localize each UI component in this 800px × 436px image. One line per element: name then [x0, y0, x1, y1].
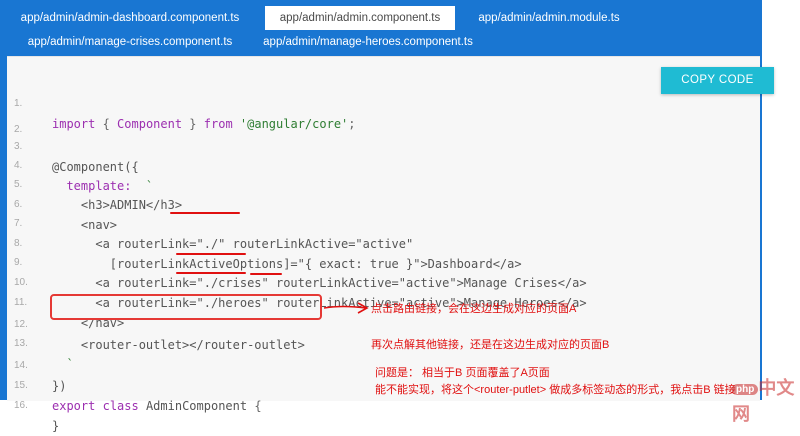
- red-box-router-outlet: [50, 294, 322, 320]
- line-number: 3.: [14, 141, 23, 152]
- code-line-3: 3. @Component({: [0, 117, 139, 174]
- line-number: 11.: [14, 297, 28, 308]
- red-underline-crises-link: [176, 253, 246, 255]
- line-number: 16.: [14, 400, 28, 411]
- line-number: 13.: [14, 338, 28, 349]
- code-line-8: 8. [routerLinkActiveOptions]="{ exact: t…: [0, 214, 522, 271]
- code-line-14: 14. }): [0, 336, 66, 393]
- code-text: <nav>: [52, 218, 118, 232]
- line-number: 15.: [14, 380, 28, 391]
- red-underline-dashboard-link: [170, 212, 240, 214]
- line-number: 10.: [14, 277, 28, 288]
- red-underline-heroes-link: [176, 272, 246, 274]
- tab-row-2: app/admin/manage-crises.component.ts app…: [0, 30, 762, 54]
- annotation-4: 能不能实现，将这个<router-putlet> 做成多标签动态的形式，我点击B…: [375, 384, 736, 396]
- code-line-13: 13. `: [0, 314, 74, 371]
- tab-row-1: app/admin/admin-dashboard.component.ts a…: [0, 6, 762, 30]
- line-number: 14.: [14, 360, 28, 371]
- line-number: 6.: [14, 199, 23, 210]
- line-number: 9.: [14, 257, 23, 268]
- copy-code-button[interactable]: COPY CODE: [661, 67, 774, 94]
- code-text: }): [52, 379, 67, 393]
- code-text: import { Component } from '@angular/core…: [52, 117, 356, 131]
- code-line-11: 11. </nav>: [0, 273, 124, 330]
- code-line-12: 12. <router-outlet></router-outlet>: [0, 295, 305, 352]
- code-text: <a routerLink="./" routerLinkActive="act…: [52, 237, 414, 251]
- code-text: template: `: [52, 179, 154, 193]
- code-line-16: 16. }: [0, 376, 59, 433]
- site-watermark: php 中文网: [732, 374, 800, 426]
- annotation-2: 再次点解其他链接，还是在这边生成对应的页面B: [371, 339, 610, 351]
- code-text: }: [52, 419, 60, 433]
- red-underline-router-link-active: [250, 273, 282, 275]
- code-text: <router-outlet></router-outlet>: [52, 338, 305, 352]
- code-line-5: 5. <h3>ADMIN</h3>: [0, 155, 182, 212]
- line-number: 5.: [14, 179, 23, 190]
- annotation-3: 问题是： 相当于B 页面覆盖了A页面: [375, 367, 550, 379]
- code-line-7: 7. <a routerLink="./" routerLinkActive="…: [0, 194, 413, 251]
- line-number: 7.: [14, 218, 23, 229]
- line-number: 1.: [14, 98, 23, 109]
- code-text: [routerLinkActiveOptions]="{ exact: true…: [52, 257, 522, 271]
- code-line-6: 6. <nav>: [0, 175, 117, 232]
- tab-admin-module[interactable]: app/admin/admin.module.ts: [469, 6, 629, 30]
- line-number: 12.: [14, 319, 28, 330]
- code-line-15: 15. export class AdminComponent {: [0, 356, 262, 413]
- tab-manage-heroes[interactable]: app/admin/manage-heroes.component.ts: [252, 30, 484, 54]
- line-number: 8.: [14, 238, 23, 249]
- code-line-1: 1. import { Component } from '@angular/c…: [0, 74, 356, 131]
- tab-admin-dashboard[interactable]: app/admin/admin-dashboard.component.ts: [18, 6, 242, 30]
- red-arrow-icon: [323, 302, 369, 314]
- code-line-10: 10. <a routerLink="./heroes" routerLinkA…: [0, 253, 587, 310]
- tab-manage-crises[interactable]: app/admin/manage-crises.component.ts: [18, 30, 242, 54]
- watermark-badge: php: [732, 383, 759, 395]
- code-text: export class AdminComponent {: [52, 399, 262, 413]
- code-text: @Component({: [52, 160, 139, 174]
- annotation-1: 点击路由链接，会在这边生成对应的页面A: [371, 303, 577, 315]
- code-line-4: 4. template: `: [0, 136, 153, 193]
- tab-admin-component[interactable]: app/admin/admin.component.ts: [265, 6, 455, 30]
- code-text: <a routerLink="./crises" routerLinkActiv…: [52, 276, 587, 290]
- code-text: <h3>ADMIN</h3>: [52, 198, 183, 212]
- line-number: 4.: [14, 160, 23, 171]
- code-line-9: 9. <a routerLink="./crises" routerLinkAc…: [0, 233, 587, 290]
- code-text: `: [52, 357, 74, 371]
